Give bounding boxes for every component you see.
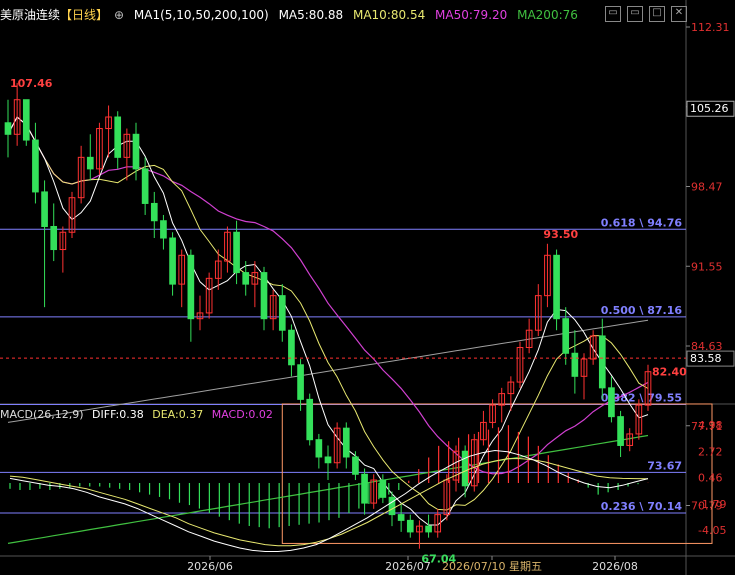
fib-level-label: 0.500 \ 87.16 [601,304,683,317]
last-price-label: 83.58 [690,352,722,365]
candle-body [242,272,250,285]
candle-body [315,439,323,458]
macd-tick-label: 2.72 [698,445,723,458]
high-annotation: 107.46 [10,77,53,90]
candle-body [132,133,140,170]
ma5-value: MA5:80.88 [278,8,344,22]
candle-body [562,318,570,354]
y-tick-label: 91.55 [691,260,723,273]
candle-body [260,272,268,320]
candle-body [617,416,624,446]
current-annotation: 82.40 [652,366,687,379]
candle-body [379,479,387,498]
y-tick-label: 98.47 [691,181,723,194]
ma200-value: MA200:76 [517,8,578,22]
macd-tick-label: 0.46 [698,472,723,485]
candle-body [288,329,295,366]
price-chart[interactable]: 112.31105.3998.4791.5584.6377.7170.790.6… [0,0,735,575]
candle-body [150,202,158,222]
window-controls: ▭ ▭ □ ✕ [599,4,687,22]
window-minimize-icon[interactable]: ▭ [627,6,643,22]
macd-macd: MACD:0.02 [211,408,273,421]
candle-body [141,168,149,204]
macd-diff: DIFF:0.38 [92,408,144,421]
x-axis-label: 2026/08 [592,560,638,573]
candle-body [306,398,314,441]
macd-tick-label: 4.98 [698,419,723,432]
candle-body [461,450,469,487]
candle-body [361,473,368,504]
chart-header: 美原油连续【日线】 ⊕ MA1(5,10,50,200,100) MA5:80.8… [0,6,584,24]
fib-level-label: 0.618 \ 94.76 [601,216,683,229]
gear-icon[interactable]: ⊕ [114,8,124,22]
fib-level-label: 0.236 \ 70.14 [601,500,683,513]
x-axis-label: 2026/07 [385,560,431,573]
macd-dea: DEA:0.37 [152,408,204,421]
x-axis-label: 2026/07/10 星期五 [442,560,542,573]
marker-label: 105.26 [690,102,729,115]
ma-params: MA1(5,10,50,200,100) [133,8,269,22]
macd-params: MACD(26,12,9) [0,408,84,421]
macd-tick-label: -4.05 [698,524,726,537]
candle-body [86,156,94,170]
window-maximize-icon[interactable]: □ [649,6,665,22]
candle-body [233,231,240,274]
candle-body [41,191,48,227]
candle-body [297,364,304,400]
candle-body [169,237,176,285]
candle-body [406,519,414,533]
candle-body [278,295,286,331]
candle-body [425,525,432,533]
candle-body [324,456,332,464]
candle-body [4,122,12,135]
peak-annotation: 93.50 [543,228,578,241]
candle-body [397,514,405,521]
candle-body [32,139,39,193]
candle-body [608,387,615,418]
macd-header: MACD(26,12,9) DIFF:0.38 DEA:0.37 MACD:0.… [0,408,278,421]
candle-body [571,352,579,377]
period-label[interactable]: 【日线】 [60,8,108,22]
ma50-value: MA50:79.20 [435,8,508,22]
candle-body [352,456,359,475]
instrument-name: 美原油连续 [0,8,61,22]
candle-body [388,496,396,516]
candle-body [114,116,122,158]
candle-body [187,254,195,320]
chart-window: 112.31105.3998.4791.5584.6377.7170.790.6… [0,0,735,575]
fib-level-label: 73.67 [647,459,682,472]
macd-tick-label: -1.79 [698,498,726,511]
ma10-value: MA10:80.54 [352,8,426,22]
y-tick-label: 112.31 [691,21,730,34]
candle-body [160,220,167,239]
window-restore-icon[interactable]: ▭ [605,6,621,22]
x-axis-label: 2026/06 [187,560,233,573]
candle-body [598,335,606,389]
candle-body [22,99,30,141]
candle-body [50,225,58,251]
close-icon[interactable]: ✕ [671,6,687,22]
candle-body [553,254,560,320]
candle-body [342,427,350,458]
